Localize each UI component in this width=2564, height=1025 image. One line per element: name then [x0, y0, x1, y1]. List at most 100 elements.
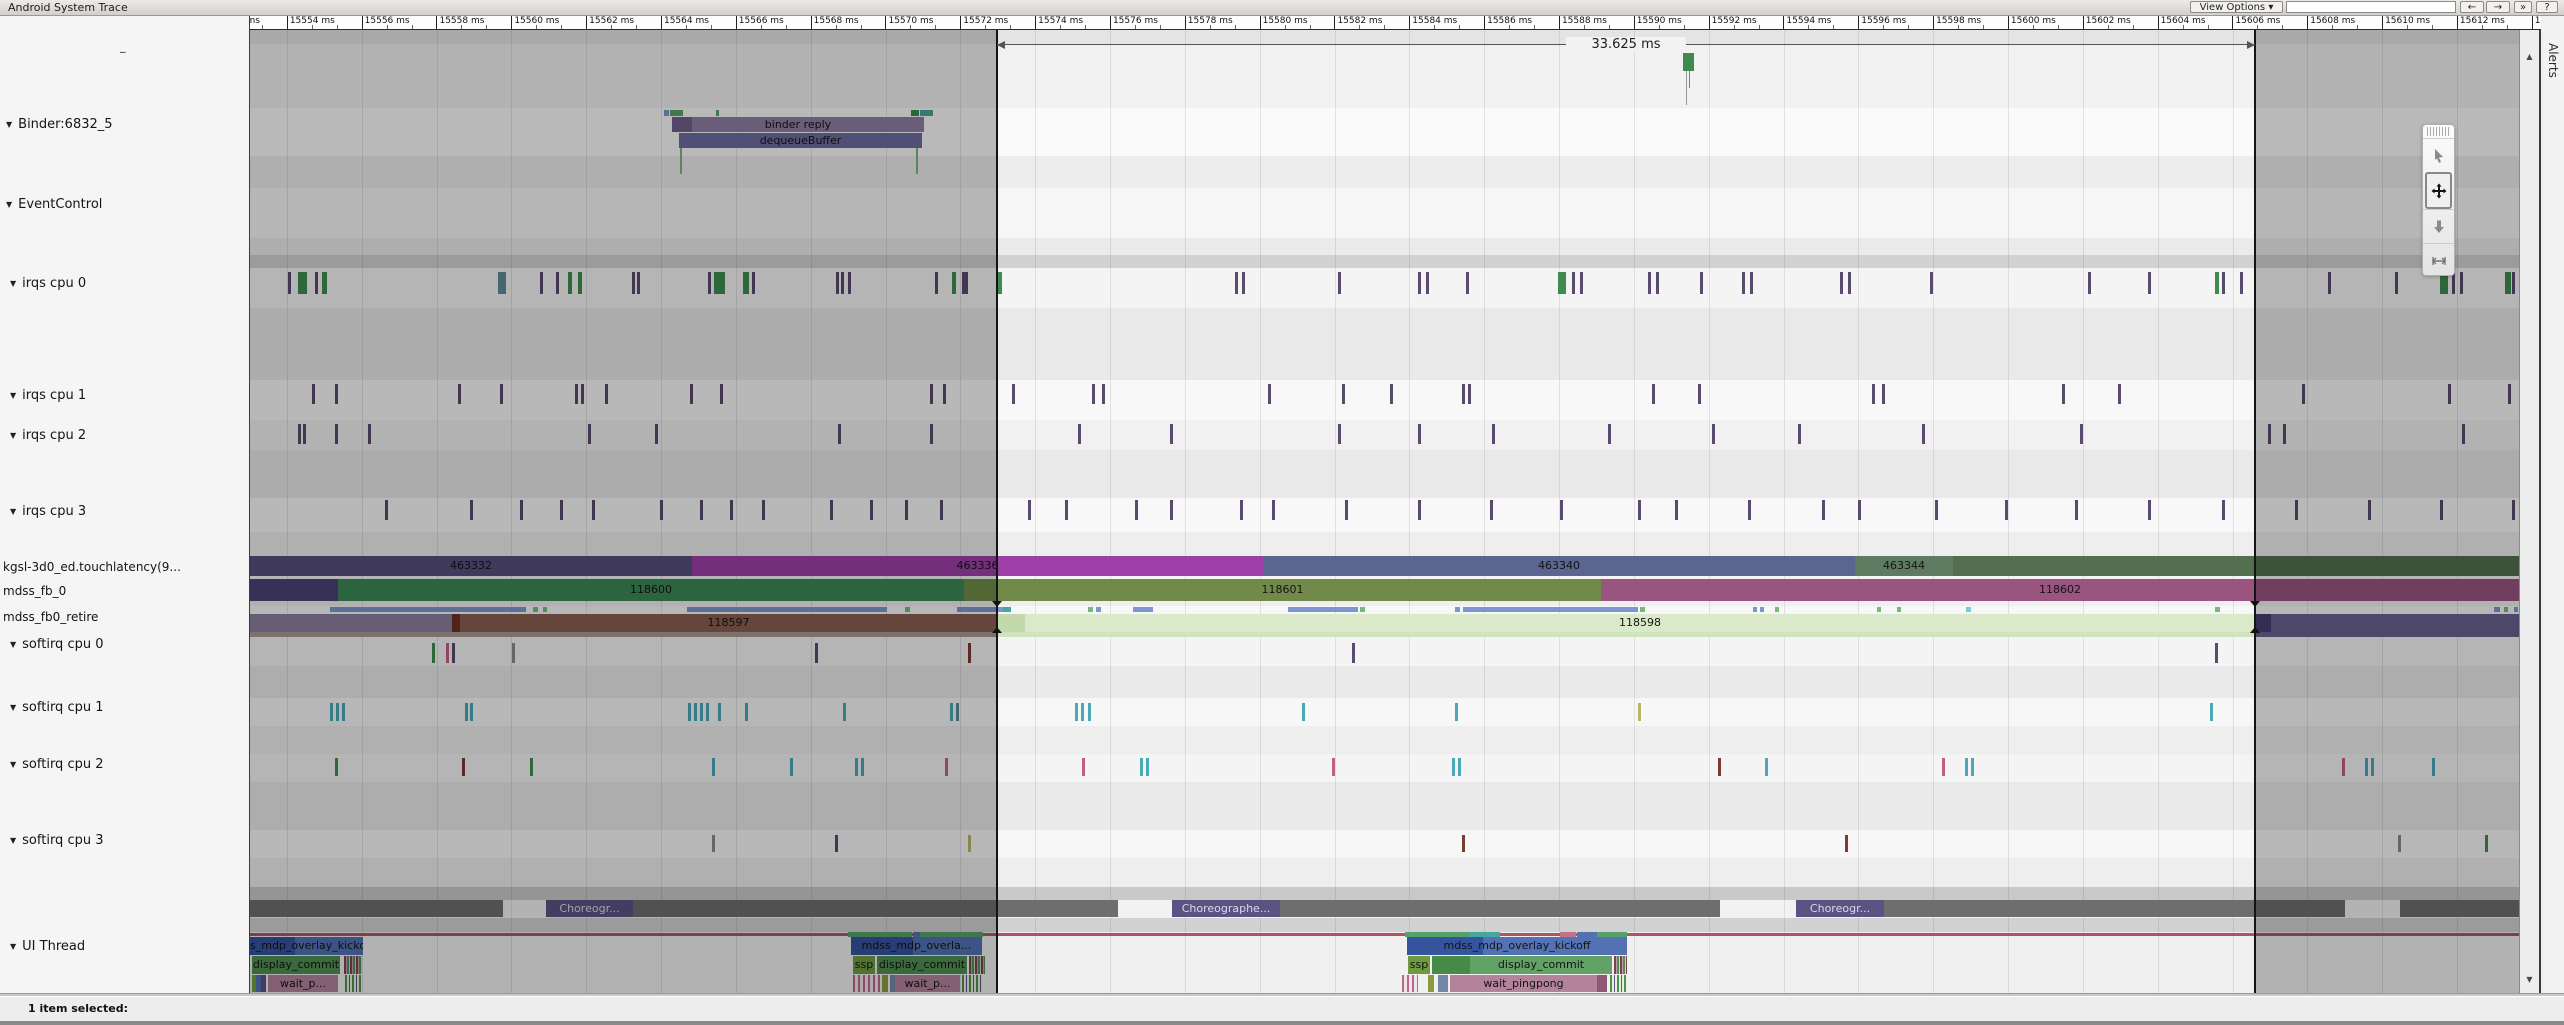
irqs-cpu-2-event-tick[interactable] [1338, 424, 1341, 444]
slice-mark[interactable] [1597, 975, 1607, 992]
slice-mark[interactable] [1360, 607, 1365, 612]
collapse-arrow-icon[interactable]: ▼ [10, 507, 16, 516]
irqs-cpu-0-event-tick[interactable] [1840, 272, 1843, 294]
irqs-cpu-0-event-tick[interactable] [1426, 272, 1429, 294]
sidebar-track-softirq-cpu-2[interactable]: ▼softirq cpu 2 [10, 757, 260, 772]
softirq-cpu-0-event-tick[interactable] [1352, 643, 1355, 663]
slice-mark[interactable] [1288, 607, 1358, 612]
sidebar-track-irqs-cpu-3[interactable]: ▼irqs cpu 3 [10, 504, 260, 519]
slice-mark[interactable] [1428, 975, 1434, 992]
irqs-cpu-0-event-tick[interactable] [1930, 272, 1933, 294]
irqs-cpu-0-event-tick[interactable] [1338, 272, 1341, 294]
slice-mark[interactable] [1438, 975, 1448, 992]
slice-display-commit[interactable]: display_commit [1470, 956, 1612, 974]
sidebar-track-irqs-cpu-1[interactable]: ▼irqs cpu 1 [10, 388, 260, 403]
irqs-cpu-0-event-tick[interactable] [1848, 272, 1851, 294]
irqs-cpu-0-event-tick[interactable] [1242, 272, 1245, 294]
irqs-cpu-0-event-tick[interactable] [1700, 272, 1703, 294]
irqs-cpu-3-event-tick[interactable] [1028, 500, 1031, 520]
softirq-cpu-0-event-tick[interactable] [2215, 643, 2218, 663]
slice-mdss-mdp-overlay-kickoff[interactable]: mdss_mdp_overlay_kickoff [1407, 937, 1627, 955]
slice-choreogr[interactable]: Choreogr... [1796, 900, 1884, 917]
irqs-cpu-3-event-tick[interactable] [2075, 500, 2078, 520]
sidebar-track-softirq-cpu-3[interactable]: ▼softirq cpu 3 [10, 833, 260, 848]
slice-mark[interactable] [1003, 607, 1011, 612]
irqs-cpu-2-event-tick[interactable] [1798, 424, 1801, 444]
irqs-cpu-1-event-tick[interactable] [1462, 384, 1465, 404]
softirq-cpu-2-event-tick[interactable] [1718, 758, 1721, 776]
irqs-cpu-1-event-tick[interactable] [1652, 384, 1655, 404]
irqs-cpu-1-event-tick[interactable] [1012, 384, 1015, 404]
irqs-cpu-3-event-tick[interactable] [1345, 500, 1348, 520]
zoom-tool-button[interactable] [2423, 209, 2454, 243]
slice-mark[interactable] [1760, 607, 1764, 612]
irqs-cpu-0-event-tick[interactable] [1235, 272, 1238, 294]
irqs-cpu-2-event-tick[interactable] [1608, 424, 1611, 444]
irqs-cpu-2-event-tick[interactable] [1712, 424, 1715, 444]
irqs-cpu-3-event-tick[interactable] [1240, 500, 1243, 520]
irqs-cpu-1-event-tick[interactable] [2062, 384, 2065, 404]
slice-mark[interactable] [1280, 900, 1720, 917]
irqs-cpu-0-event-tick[interactable] [1572, 272, 1575, 294]
softirq-cpu-2-event-tick[interactable] [1332, 758, 1335, 776]
softirq-cpu-1-event-tick[interactable] [1075, 703, 1078, 721]
alerts-panel-tab[interactable]: Alerts [2543, 15, 2564, 993]
irqs-cpu-1-event-tick[interactable] [1268, 384, 1271, 404]
irqs-cpu-3-event-tick[interactable] [1560, 500, 1563, 520]
vertical-scrollbar[interactable]: ▲ ▼ [2519, 30, 2541, 993]
slice-118601[interactable]: 118601 [964, 579, 1601, 601]
collapse-arrow-icon[interactable]: ▼ [10, 391, 16, 400]
slice-mark[interactable] [1775, 607, 1779, 612]
irqs-cpu-2-event-tick[interactable] [1922, 424, 1925, 444]
pan-tool-button[interactable] [2425, 172, 2452, 209]
nav-back-button[interactable]: ← [2460, 1, 2484, 13]
irqs-cpu-3-event-tick[interactable] [1135, 500, 1138, 520]
sidebar-track-eventcontrol[interactable]: ▼EventControl [6, 197, 256, 212]
softirq-cpu-2-event-tick[interactable] [1765, 758, 1768, 776]
sidebar-track-kgsl-3d0-ed-touchlatency-9[interactable]: kgsl-3d0_ed.touchlatency(9... [3, 560, 253, 574]
irqs-cpu-1-event-tick[interactable] [1872, 384, 1875, 404]
softirq-cpu-1-event-tick[interactable] [1455, 703, 1458, 721]
irqs-cpu-0-event-tick[interactable] [2215, 272, 2219, 294]
collapse-arrow-icon[interactable]: ▼ [6, 120, 12, 129]
slice-mark[interactable] [1402, 975, 1418, 992]
irqs-cpu-3-event-tick[interactable] [1418, 500, 1421, 520]
scroll-up-icon[interactable]: ▲ [2520, 52, 2539, 61]
slice-mark[interactable] [1640, 607, 1645, 612]
slice-mark[interactable] [2215, 607, 2220, 612]
sidebar-track-softirq-cpu-1[interactable]: ▼softirq cpu 1 [10, 700, 260, 715]
irqs-cpu-0-event-tick[interactable] [1466, 272, 1469, 294]
sidebar-track-softirq-cpu-0[interactable]: ▼softirq cpu 0 [10, 637, 260, 652]
selection-marker-line[interactable] [996, 30, 998, 993]
irqs-cpu-0-event-tick[interactable] [1418, 272, 1421, 294]
softirq-cpu-2-event-tick[interactable] [1971, 758, 1974, 776]
collapse-arrow-icon[interactable]: ▼ [10, 760, 16, 769]
slice-463344[interactable]: 463344 [1855, 556, 1953, 576]
irqs-cpu-2-event-tick[interactable] [2080, 424, 2083, 444]
irqs-cpu-2-event-tick[interactable] [1492, 424, 1495, 444]
irqs-cpu-0-event-tick[interactable] [1742, 272, 1745, 294]
slice-ssp[interactable]: ssp [1408, 956, 1430, 974]
softirq-cpu-1-event-tick[interactable] [1088, 703, 1091, 721]
irqs-cpu-3-event-tick[interactable] [2222, 500, 2225, 520]
irqs-cpu-0-event-tick[interactable] [1558, 272, 1566, 294]
sidebar-track-binder-6832-5[interactable]: ▼Binder:6832_5 [6, 117, 256, 132]
slice-118598[interactable]: 118598 [1025, 614, 2255, 632]
slice-mark[interactable] [1088, 607, 1093, 612]
slice-wait-pingpong[interactable]: wait_pingpong [1450, 975, 1597, 992]
slice-mark[interactable] [1455, 607, 1460, 612]
nav-forward-button[interactable]: → [2486, 1, 2510, 13]
irqs-cpu-0-event-tick[interactable] [1648, 272, 1651, 294]
slice-mark[interactable] [1614, 956, 1627, 974]
irqs-cpu-3-event-tick[interactable] [1675, 500, 1678, 520]
softirq-cpu-2-event-tick[interactable] [1965, 758, 1968, 776]
softirq-cpu-3-event-tick[interactable] [1845, 835, 1848, 852]
slice-mark[interactable] [1689, 71, 1690, 88]
irqs-cpu-3-event-tick[interactable] [1935, 500, 1938, 520]
softirq-cpu-2-event-tick[interactable] [1146, 758, 1149, 776]
irqs-cpu-1-event-tick[interactable] [1102, 384, 1105, 404]
sidebar-track-mdss-fb-0[interactable]: mdss_fb_0 [3, 584, 253, 598]
sidebar-track-ui-thread[interactable]: ▼UI Thread [10, 939, 260, 954]
irqs-cpu-3-event-tick[interactable] [1272, 500, 1275, 520]
sidebar-track-mdss-fb0-retire[interactable]: mdss_fb0_retire [3, 610, 253, 624]
